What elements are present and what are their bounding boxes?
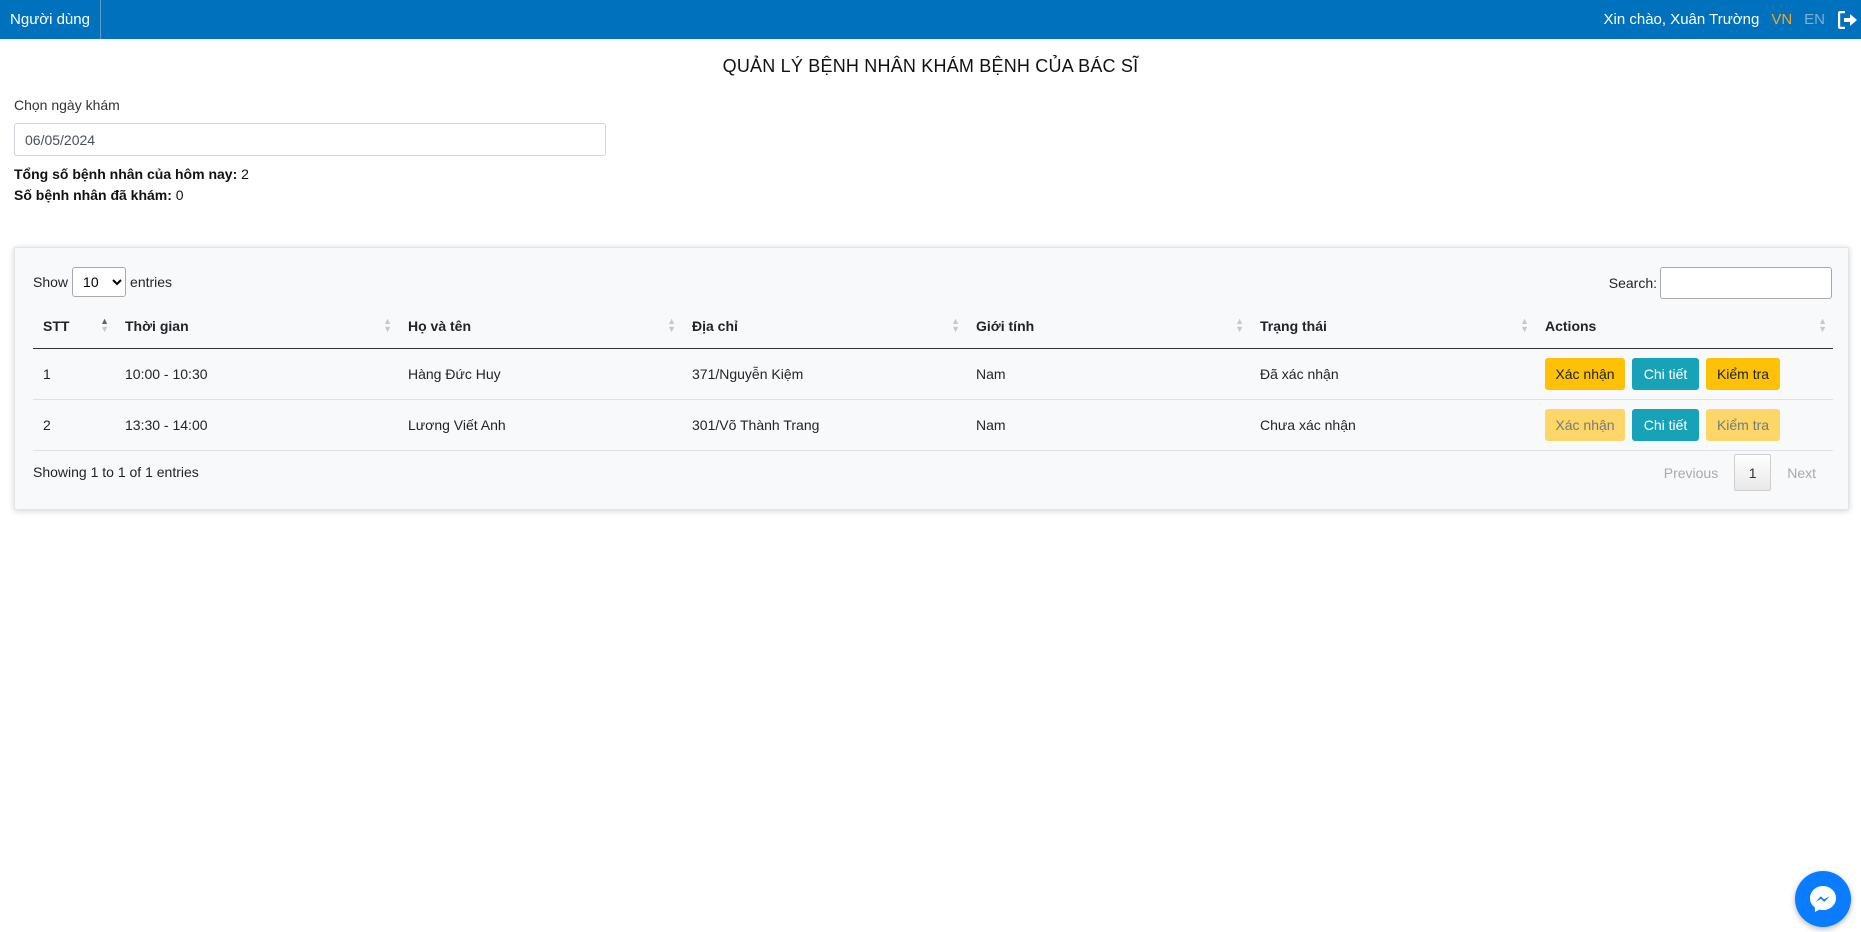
show-entries: Show 10 25 50 100 entries (33, 267, 172, 297)
page-length-select[interactable]: 10 25 50 100 (72, 267, 127, 297)
col-header-name[interactable]: Họ và tên ▲ ▼ (398, 304, 682, 349)
col-header-label: Actions (1545, 317, 1597, 334)
detail-button[interactable]: Chi tiết (1632, 357, 1699, 390)
col-header-label: Trạng thái (1260, 317, 1327, 334)
sort-icon: ▲ ▼ (1520, 316, 1529, 334)
cell-stt: 2 (33, 399, 115, 451)
col-header-label: STT (43, 317, 70, 334)
cell-time: 10:00 - 10:30 (115, 348, 398, 400)
table-info: Showing 1 to 1 of 1 entries (33, 464, 199, 480)
col-header-actions[interactable]: Actions ▲ ▼ (1535, 304, 1833, 349)
sort-icon: ▲ ▼ (100, 316, 109, 334)
table-row: 1 10:00 - 10:30 Hàng Đức Huy 371/Nguyễn … (33, 348, 1833, 400)
confirm-button[interactable]: Xác nhận (1545, 357, 1625, 390)
cell-address: 301/Võ Thành Trang (682, 399, 966, 451)
cell-status: Đã xác nhận (1250, 348, 1535, 400)
cell-actions: Xác nhận Chi tiết Kiểm tra (1535, 399, 1833, 451)
table-search: Search: (1609, 267, 1832, 299)
greeting-text: Xin chào, Xuân Trường (1603, 11, 1760, 28)
top-navbar: Người dùng Xin chào, Xuân Trường VN EN (0, 0, 1861, 39)
cell-name: Hàng Đức Huy (398, 348, 682, 400)
col-header-label: Giới tính (976, 317, 1035, 334)
navbar-right: Xin chào, Xuân Trường VN EN (1604, 0, 1861, 39)
col-header-status[interactable]: Trạng thái ▲ ▼ (1250, 304, 1535, 349)
examined-patients-label: Số bệnh nhân đã khám: (14, 187, 172, 203)
detail-button[interactable]: Chi tiết (1632, 408, 1699, 441)
total-patients-value: 2 (241, 166, 249, 182)
col-header-time[interactable]: Thời gian ▲ ▼ (115, 304, 398, 349)
examined-patients-stat: Số bệnh nhân đã khám: 0 (14, 187, 184, 203)
cell-actions: Xác nhận Chi tiết Kiểm tra (1535, 348, 1833, 400)
page-button[interactable]: 1 (1734, 454, 1772, 491)
sort-icon: ▲ ▼ (1818, 316, 1827, 334)
search-input[interactable] (1660, 267, 1832, 299)
cell-status: Chưa xác nhận (1250, 399, 1535, 451)
col-header-address[interactable]: Địa chỉ ▲ ▼ (682, 304, 966, 349)
cell-gender: Nam (966, 399, 1250, 451)
sort-icon: ▲ ▼ (667, 316, 676, 334)
col-header-label: Thời gian (125, 317, 189, 334)
next-button[interactable]: Next (1771, 465, 1832, 481)
pagination: Previous 1 Next (1648, 454, 1832, 491)
sort-icon: ▲ ▼ (1235, 316, 1244, 334)
table-header-row: STT ▲ ▼ Thời gian ▲ ▼ Họ và tên ▲ ▼ Địa chỉ ▲ ▼ … (33, 304, 1833, 349)
check-button: Kiểm tra (1706, 408, 1780, 441)
col-header-stt[interactable]: STT ▲ ▼ (33, 304, 115, 349)
sort-icon: ▲ ▼ (383, 316, 392, 334)
cell-name: Lương Viết Anh (398, 399, 682, 451)
patients-table-card: Show 10 25 50 100 entries Search: STT▲▼ … (14, 247, 1849, 510)
patients-table: STT ▲ ▼ Thời gian ▲ ▼ Họ và tên ▲ ▼ Địa chỉ ▲ ▼ … (33, 304, 1833, 451)
col-header-label: Địa chỉ (692, 317, 738, 334)
cell-address: 371/Nguyễn Kiệm (682, 348, 966, 400)
cell-gender: Nam (966, 348, 1250, 400)
confirm-button: Xác nhận (1545, 408, 1625, 441)
date-label: Chọn ngày khám (14, 97, 120, 113)
lang-vn-link[interactable]: VN (1771, 11, 1792, 28)
messenger-icon[interactable] (1795, 871, 1851, 927)
col-header-gender[interactable]: Giới tính ▲ ▼ (966, 304, 1250, 349)
col-header-label: Họ và tên (408, 317, 472, 334)
exam-date-input[interactable] (14, 123, 606, 156)
examined-patients-value: 0 (175, 187, 184, 203)
lang-en-link[interactable]: EN (1804, 11, 1825, 28)
entries-label: entries (130, 274, 173, 290)
check-button[interactable]: Kiểm tra (1706, 357, 1780, 390)
table-row: 2 13:30 - 14:00 Lương Viết Anh 301/Võ Th… (33, 399, 1833, 451)
total-patients-label: Tổng số bệnh nhân của hôm nay: (14, 166, 238, 182)
nav-users[interactable]: Người dùng (0, 0, 101, 39)
sort-icon: ▲ ▼ (951, 316, 960, 334)
cell-time: 13:30 - 14:00 (115, 399, 398, 451)
show-label: Show (33, 274, 69, 290)
logout-icon[interactable] (1837, 10, 1859, 30)
total-patients-stat: Tổng số bệnh nhân của hôm nay: 2 (14, 166, 249, 182)
previous-button[interactable]: Previous (1648, 465, 1734, 481)
search-label: Search: (1608, 275, 1657, 291)
page-title: QUẢN LÝ BỆNH NHÂN KHÁM BỆNH CỦA BÁC SĨ (722, 56, 1139, 76)
cell-stt: 1 (33, 348, 115, 400)
